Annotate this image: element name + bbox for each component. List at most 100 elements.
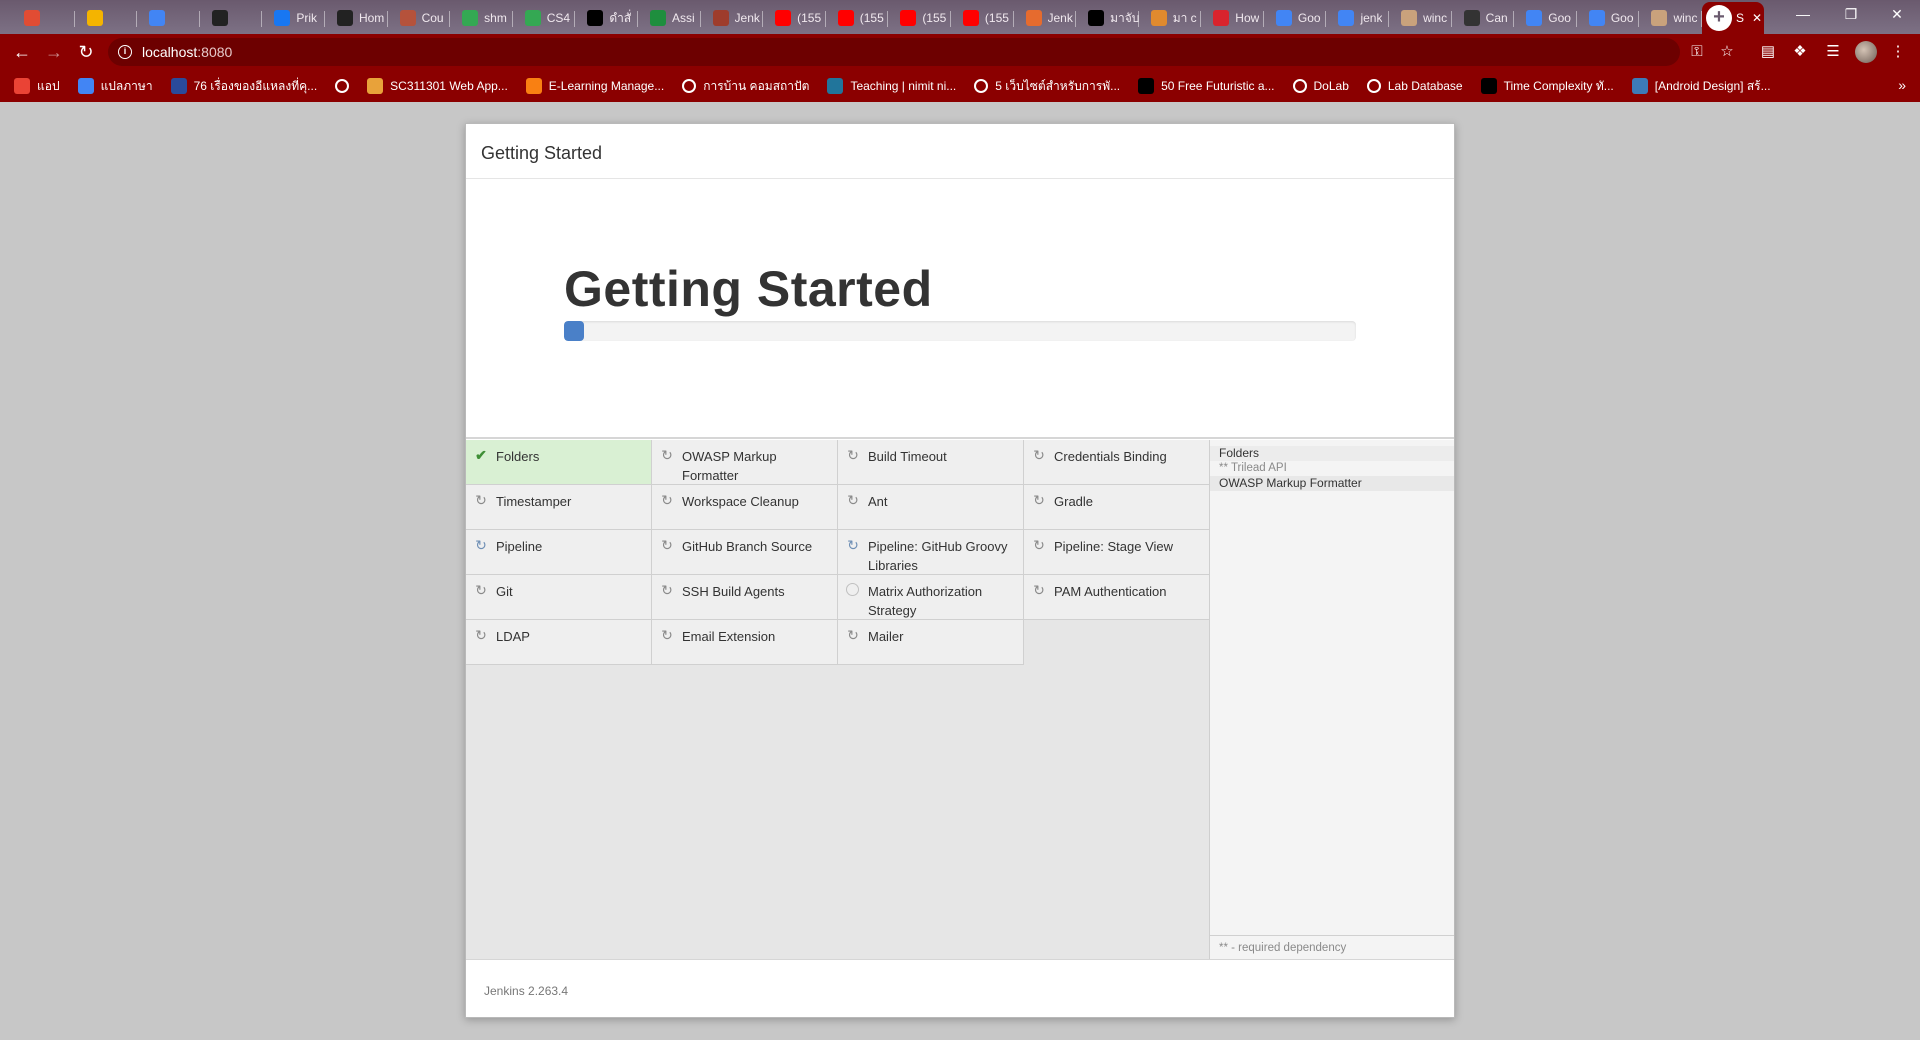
bookmark-item[interactable]: Lab Database [1366, 79, 1463, 93]
browser-tab[interactable]: shm [450, 2, 513, 34]
profile-avatar[interactable] [1855, 41, 1877, 63]
close-window-button[interactable]: ✕ [1874, 0, 1920, 30]
bookmark-item[interactable]: แปลภาษา [77, 77, 153, 96]
setup-wizard-dialog: Getting Started Getting Started ✔ Folders… [465, 123, 1455, 1018]
tab-title: Jenk [734, 11, 760, 25]
bookmarks-more-icon[interactable]: » [1898, 77, 1906, 93]
drive-icon [524, 10, 541, 26]
translate-icon [1588, 10, 1605, 26]
browser-tab[interactable]: Jenk [1014, 2, 1077, 34]
browser-tab[interactable]: winc [1389, 2, 1452, 34]
browser-tab[interactable] [12, 2, 75, 34]
bookmark-item[interactable]: Teaching | nimit ni... [827, 78, 956, 94]
browser-tab[interactable]: Jenk [701, 2, 764, 34]
browser-tab[interactable]: winc [1639, 2, 1702, 34]
plugins-area: ✔ Folders ↻ OWASP Markup Formatter ↻ Build Ti… [466, 440, 1454, 959]
browser-tab[interactable]: Goo [1577, 2, 1640, 34]
close-tab-icon[interactable]: ✕ [1752, 11, 1762, 25]
browser-tab[interactable] [200, 2, 263, 34]
extensions-icon[interactable]: ❖ [1790, 42, 1810, 62]
site-info-icon[interactable]: i [118, 45, 132, 59]
bookmark-label: แปลภาษา [100, 78, 153, 93]
bookmark-item[interactable]: Time Complexity ทั... [1480, 77, 1614, 96]
browser-tab[interactable]: How [1201, 2, 1264, 34]
bookmark-item[interactable]: SC311301 Web App... [367, 78, 508, 94]
plugin-item: ↻ GitHub Branch Source [652, 530, 838, 575]
bookmark-label: E-Learning Manage... [548, 79, 665, 93]
facebook-icon [274, 10, 291, 26]
bookmark-item[interactable]: การบ้าน คอมสถาปัต [682, 77, 809, 96]
browser-tab[interactable]: Hom [325, 2, 388, 34]
browser-tab[interactable]: ดำสั่ [575, 2, 638, 34]
tab-title: jenk [1360, 11, 1383, 25]
refresh-icon: ↻ [661, 492, 673, 508]
codeonline-icon [1213, 10, 1230, 26]
key-icon[interactable]: ⚿ [1687, 42, 1707, 62]
plugin-name: Workspace Cleanup [682, 494, 799, 509]
restore-button[interactable]: ❐ [1828, 0, 1874, 30]
reading-list-icon[interactable]: ▤ [1758, 42, 1778, 62]
minimize-button[interactable]: — [1780, 0, 1826, 30]
refresh-icon: ↻ [475, 627, 487, 643]
browser-tab[interactable] [137, 2, 200, 34]
plugin-name: Ant [868, 494, 888, 509]
bookmark-item[interactable] [335, 79, 350, 93]
browser-tab[interactable]: (155 [951, 2, 1014, 34]
plugin-name: GitHub Branch Source [682, 539, 813, 554]
plugin-item: ↻ Git [466, 575, 652, 620]
browser-tab[interactable]: Goo [1264, 2, 1327, 34]
browser-tab[interactable]: มา c [1139, 2, 1202, 34]
bookmark-item[interactable]: 76 เรื่องของอีแหลงที่คุ... [170, 77, 317, 96]
browser-tab[interactable]: Assi [638, 2, 701, 34]
back-arrow-icon[interactable]: ← [10, 40, 34, 64]
forward-arrow-icon[interactable]: → [42, 40, 66, 64]
bookmark-item[interactable]: แอป [14, 77, 60, 96]
browser-tab[interactable]: jenk [1326, 2, 1389, 34]
tab-title: Cou [421, 11, 444, 25]
plugin-name: Credentials Binding [1054, 449, 1167, 464]
bookmark-item[interactable]: 5 เว็บไซต์สำหรับการพั... [974, 77, 1120, 96]
canvas-icon [1463, 10, 1480, 26]
plugin-item: ↻ Pipeline [466, 530, 652, 575]
browser-tab[interactable]: (155 [763, 2, 826, 34]
install-progress-bar [564, 321, 1356, 341]
browser-tab[interactable]: Goo [1514, 2, 1577, 34]
browser-tab[interactable]: Cou [388, 2, 451, 34]
menu-icon[interactable]: ⋮ [1888, 42, 1908, 62]
browser-tab[interactable]: มาจับ [1076, 2, 1139, 34]
browser-tab[interactable]: Prik [262, 2, 325, 34]
bookmark-label: Lab Database [1387, 79, 1463, 93]
new-tab-button[interactable]: + [1706, 5, 1732, 31]
refresh-icon: ↻ [1033, 537, 1045, 553]
browser-tab[interactable] [75, 2, 138, 34]
bookmark-item[interactable]: E-Learning Manage... [525, 78, 665, 94]
jenkins-icon [1025, 10, 1042, 26]
bookmark-label: SC311301 Web App... [390, 79, 508, 93]
browser-tab[interactable]: CS4 [513, 2, 576, 34]
drive-icon [462, 10, 479, 26]
plugin-item: ↻ PAM Authentication [1024, 575, 1210, 620]
bookmark-item[interactable]: [Android Design] สร้... [1631, 77, 1771, 96]
globe-icon [1292, 79, 1307, 93]
bookmark-item[interactable]: DoLab [1292, 79, 1349, 93]
media-icon[interactable]: ☰ [1823, 42, 1843, 62]
install-log-panel: Folders ** Trilead API OWASP Markup Format… [1209, 440, 1454, 959]
address-bar[interactable]: i localhost :8080 [108, 38, 1680, 66]
tab-title: (155 [859, 11, 884, 25]
dialog-header-title: Getting Started [466, 124, 1454, 179]
plugin-name: Git [496, 584, 513, 599]
browser-tab[interactable]: Can [1452, 2, 1515, 34]
tab-title: Goo [1610, 11, 1634, 25]
reload-icon[interactable]: ↻ [74, 40, 98, 64]
plugin-item: ↻ LDAP [466, 620, 652, 665]
contacts-icon [149, 10, 166, 26]
bookmark-label: แอป [37, 78, 60, 93]
gear-icon [1150, 10, 1167, 26]
bookmark-item[interactable]: 50 Free Futuristic a... [1138, 78, 1275, 94]
bookmark-label: 50 Free Futuristic a... [1161, 79, 1275, 93]
youtube-icon [775, 10, 792, 26]
refresh-icon: ↻ [661, 537, 673, 553]
star-icon[interactable]: ☆ [1717, 42, 1737, 62]
browser-tab[interactable]: (155 [826, 2, 889, 34]
browser-tab[interactable]: (155 [888, 2, 951, 34]
